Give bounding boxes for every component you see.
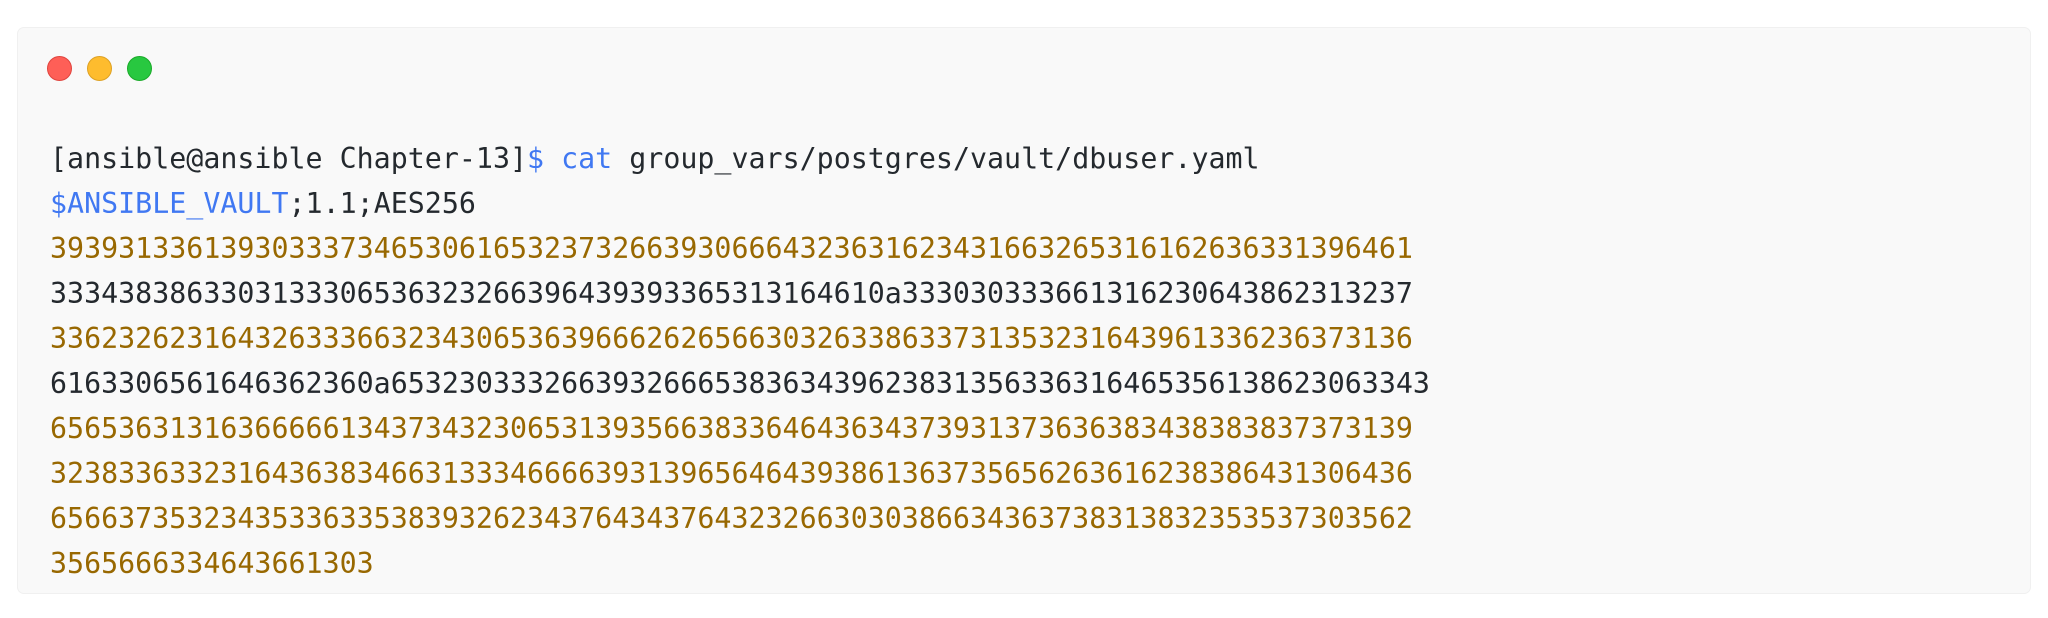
vault-line: 3334383863303133306536323266396439393365… (50, 277, 1413, 310)
minimize-button[interactable] (87, 56, 112, 81)
terminal-window: [ansible@ansible Chapter-13]$ cat group_… (18, 28, 2030, 593)
vault-line: 3939313361393033373465306165323732663930… (50, 232, 1413, 265)
command-argument: group_vars/postgres/vault/dbuser.yaml (612, 142, 1260, 175)
vault-header-var: $ANSIBLE_VAULT (50, 187, 289, 220)
vault-line: 3238336332316436383466313334666639313965… (50, 457, 1413, 490)
vault-header: $ANSIBLE_VAULT;1.1;AES256 (50, 181, 1430, 226)
command-line: [ansible@ansible Chapter-13]$ cat group_… (50, 136, 1430, 181)
window-controls (47, 56, 152, 81)
vault-line: 3362326231643263336632343065363966626265… (50, 322, 1413, 355)
close-button[interactable] (47, 56, 72, 81)
prompt-symbol: $ (527, 142, 545, 175)
maximize-button[interactable] (127, 56, 152, 81)
vault-line: 3565666334643661303 (50, 547, 374, 580)
vault-header-rest: ;1.1;AES256 (288, 187, 476, 220)
terminal-output: [ansible@ansible Chapter-13]$ cat group_… (50, 136, 1430, 586)
vault-line: 6163306561646362360a65323033326639326665… (50, 367, 1430, 400)
prompt: [ansible@ansible Chapter-13] (50, 142, 528, 175)
vault-line: 6566373532343533633538393262343764343764… (50, 502, 1413, 535)
command: cat (561, 142, 613, 175)
vault-line: 6565363131636666613437343230653139356638… (50, 412, 1413, 445)
